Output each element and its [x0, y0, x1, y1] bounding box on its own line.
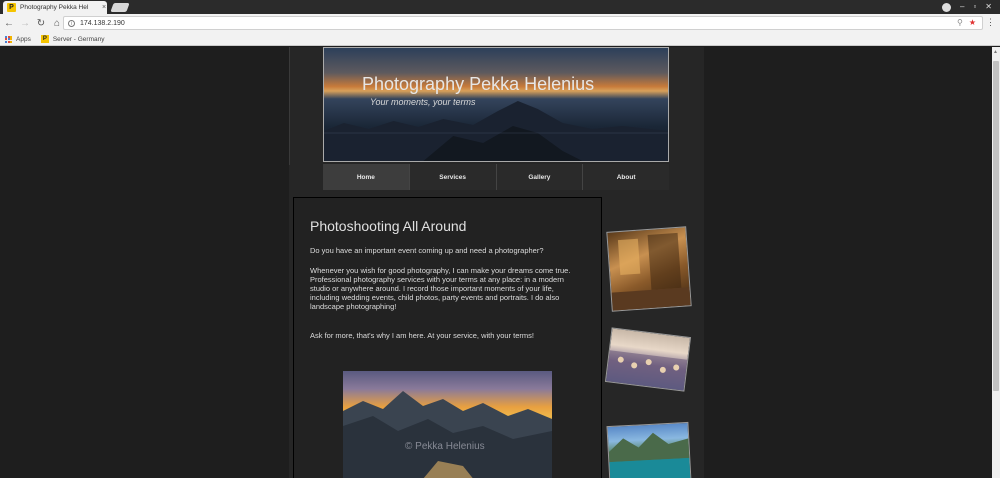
services-paragraph: Whenever you wish for good photography, …: [310, 266, 571, 311]
url-text[interactable]: 174.138.2.190: [80, 20, 125, 27]
scroll-thumb[interactable]: [993, 61, 999, 391]
main-navigation: Home Services Gallery About: [323, 164, 669, 190]
apps-grid-icon[interactable]: [5, 35, 12, 43]
new-tab-button[interactable]: [110, 3, 130, 12]
scroll-up-icon[interactable]: ▲: [993, 49, 998, 55]
site-edge-divider: [289, 47, 290, 165]
profile-icon[interactable]: [942, 2, 951, 12]
page-scrollbar[interactable]: ▲: [992, 47, 1000, 478]
gallery-thumbnail-lake[interactable]: [606, 421, 692, 478]
address-bar[interactable]: i 174.138.2.190 ⚲ ★: [63, 16, 983, 30]
browser-tab[interactable]: P Photography Pekka Hel ×: [3, 1, 107, 14]
minimize-icon[interactable]: –: [960, 1, 964, 13]
site-header-banner: Photography Pekka Helenius Your moments,…: [323, 47, 669, 162]
back-icon[interactable]: ←: [2, 18, 16, 29]
intro-paragraph: Do you have an important event coming up…: [310, 246, 544, 255]
site-tagline: Your moments, your terms: [370, 97, 476, 107]
bookmark-star-icon[interactable]: ★: [969, 17, 976, 29]
nav-services[interactable]: Services: [410, 164, 497, 190]
gallery-thumbnail-interior[interactable]: [606, 226, 692, 312]
interior-photo: [611, 232, 692, 312]
main-content-panel: Photoshooting All Around Do you have an …: [293, 197, 602, 478]
browser-toolbar: ← → ↻ ⌂ i 174.138.2.190 ⚲ ★ ⋮: [0, 14, 1000, 33]
landscape-photo: © Pekka Helenius: [343, 371, 552, 478]
home-icon[interactable]: ⌂: [50, 18, 64, 29]
crowd-photo: [605, 350, 690, 392]
tab-close-icon[interactable]: ×: [102, 4, 106, 11]
reload-icon[interactable]: ↻: [34, 18, 48, 29]
site-info-icon[interactable]: i: [68, 19, 75, 27]
maximize-icon[interactable]: ▫: [973, 1, 976, 13]
browser-menu-icon[interactable]: ⋮: [986, 17, 995, 28]
mountain-silhouette: [343, 391, 552, 478]
lake-photo: [608, 432, 692, 478]
gallery-thumbnail-crowd[interactable]: [604, 327, 692, 392]
nav-gallery[interactable]: Gallery: [497, 164, 584, 190]
tab-title: Photography Pekka Hel: [20, 4, 89, 11]
forward-icon[interactable]: →: [18, 18, 32, 29]
bookmark-server[interactable]: Server - Germany: [53, 36, 105, 43]
image-watermark: © Pekka Helenius: [405, 441, 485, 452]
window-controls: – ▫ ✕: [942, 1, 992, 13]
bookmark-apps[interactable]: Apps: [16, 36, 31, 43]
nav-home[interactable]: Home: [323, 164, 410, 190]
close-window-icon[interactable]: ✕: [985, 1, 992, 13]
zoom-icon[interactable]: ⚲: [957, 17, 963, 29]
nav-about[interactable]: About: [583, 164, 669, 190]
page-viewport: Photography Pekka Helenius Your moments,…: [0, 47, 992, 478]
closing-paragraph: Ask for more, that's why I am here. At y…: [310, 331, 535, 340]
tab-strip: P Photography Pekka Hel × – ▫ ✕: [0, 0, 1000, 14]
site-title[interactable]: Photography Pekka Helenius: [362, 74, 594, 95]
bookmarks-bar: Apps P Server - Germany: [0, 33, 1000, 46]
content-heading: Photoshooting All Around: [310, 218, 467, 234]
site-favicon-icon: P: [7, 3, 16, 12]
bookmark-favicon-icon: P: [40, 35, 49, 43]
